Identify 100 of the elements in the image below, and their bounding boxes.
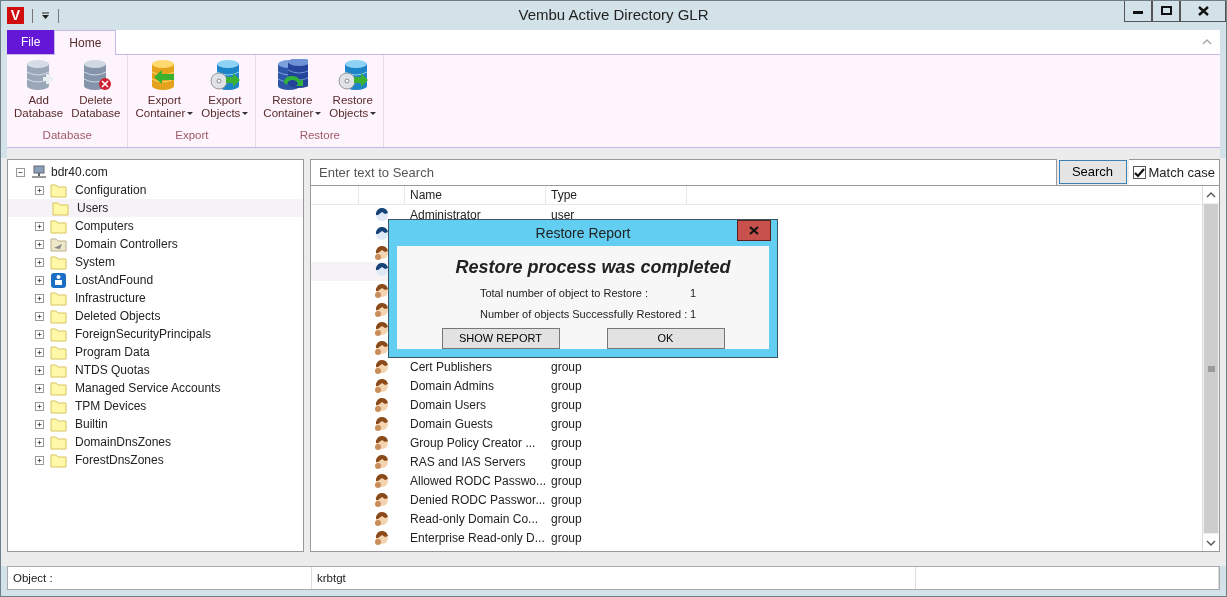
table-cell-text: Cert Publishers <box>409 358 494 376</box>
tree-item[interactable]: Managed Service Accounts <box>75 379 221 397</box>
tree-item[interactable]: Infrastructure <box>75 289 146 307</box>
caret-icon <box>315 112 322 116</box>
search-button[interactable]: Search <box>1058 160 1127 184</box>
network-icon <box>31 165 47 179</box>
table-cell-text: group <box>550 396 583 414</box>
database-disc-icon <box>336 59 369 91</box>
expand-icon[interactable] <box>35 419 44 429</box>
expand-icon[interactable] <box>35 275 44 285</box>
scroll-up-button[interactable] <box>1203 186 1219 203</box>
dialog-heading: Restore process was completed <box>455 256 731 279</box>
scroll-down-button[interactable] <box>1203 534 1219 551</box>
group-icon <box>374 510 390 527</box>
tree-item[interactable]: ForestDnsZones <box>75 451 164 469</box>
maximize-icon <box>1160 6 1172 16</box>
window-title: Vembu Active Directory GLR <box>518 5 709 26</box>
ribbon-button[interactable]: Add Database <box>11 59 67 120</box>
folder-icon <box>50 398 67 414</box>
expand-icon[interactable] <box>35 329 44 339</box>
user-icon <box>374 262 390 278</box>
ribbon-tab[interactable]: Home <box>54 30 117 55</box>
group-icon <box>374 244 390 261</box>
ribbon-group-label: Restore <box>299 127 340 143</box>
ribbon-button[interactable]: Export Objects <box>198 59 252 120</box>
tree-item[interactable]: System <box>75 253 115 271</box>
search-field[interactable]: Enter text to Search <box>310 159 1057 185</box>
status-label: Object : <box>13 572 53 584</box>
quick-access-menu-icon <box>41 11 50 20</box>
collapse-icon[interactable] <box>16 167 25 177</box>
dialog-title: Restore Report <box>535 223 631 243</box>
ribbon-button[interactable]: Restore Objects <box>326 59 380 120</box>
column-header[interactable]: Type <box>546 186 687 204</box>
close-icon <box>749 226 759 235</box>
ribbon-button[interactable]: Restore Container <box>260 59 325 120</box>
grip-icon <box>1207 365 1215 372</box>
file-menu-tab[interactable]: File <box>7 30 55 54</box>
tree-item[interactable]: bdr40.com <box>51 163 108 181</box>
group-icon <box>374 339 390 356</box>
table-cell-text: group <box>550 358 583 376</box>
maximize-button[interactable] <box>1152 1 1180 22</box>
tree-item[interactable]: Deleted Objects <box>75 307 161 325</box>
column-header[interactable]: Name <box>405 186 546 204</box>
table-cell-text: Domain Guests <box>409 415 494 433</box>
expand-icon[interactable] <box>35 239 44 249</box>
folder-icon <box>50 254 67 270</box>
group-icon <box>374 415 390 432</box>
container-icon <box>50 271 67 289</box>
group-icon <box>374 377 390 394</box>
minimize-button[interactable] <box>1124 1 1152 22</box>
group-icon <box>374 301 390 318</box>
domain-controller-icon <box>50 236 67 252</box>
tree-item[interactable]: Builtin <box>75 415 108 433</box>
expand-icon[interactable] <box>35 383 44 393</box>
expand-icon[interactable] <box>35 257 44 267</box>
expand-icon[interactable] <box>35 437 44 447</box>
group-icon <box>374 472 390 489</box>
folder-icon <box>52 200 69 216</box>
table-cell-text: group <box>550 529 583 547</box>
group-icon <box>374 529 390 546</box>
table-cell-text: RAS and IAS Servers <box>409 453 527 471</box>
expand-icon[interactable] <box>35 455 44 465</box>
expand-icon[interactable] <box>35 311 44 321</box>
user-icon <box>374 206 390 223</box>
caret-icon <box>187 112 194 116</box>
tree-item[interactable]: Configuration <box>75 181 147 199</box>
tree-item[interactable]: NTDS Quotas <box>75 361 150 379</box>
expand-icon[interactable] <box>35 347 44 357</box>
expand-icon[interactable] <box>35 185 44 195</box>
ribbon-button[interactable]: Delete Database <box>68 59 124 120</box>
expand-icon[interactable] <box>35 293 44 303</box>
folder-icon <box>50 416 67 432</box>
close-button[interactable] <box>1180 1 1226 22</box>
checkmark-icon <box>1133 167 1145 178</box>
table-cell-text: Enterprise Read-only D... <box>409 529 546 547</box>
expand-icon[interactable] <box>35 401 44 411</box>
tree-item[interactable]: LostAndFound <box>75 271 154 289</box>
folder-icon <box>50 434 67 450</box>
status-value: krbtgt <box>317 572 346 584</box>
group-icon <box>374 320 390 337</box>
close-icon <box>1197 6 1209 16</box>
group-icon <box>374 453 390 470</box>
app-logo: V <box>7 7 24 24</box>
tree-item[interactable]: Users <box>77 199 109 217</box>
expand-icon[interactable] <box>35 221 44 231</box>
tree-item[interactable]: Program Data <box>75 343 150 361</box>
folder-icon <box>50 308 67 324</box>
dialog-button[interactable]: SHOW REPORT <box>441 328 560 349</box>
ribbon-button[interactable]: Export Container <box>132 59 197 120</box>
stat-label: Number of objects Successfully Restored : <box>479 306 689 322</box>
tree-item[interactable]: ForeignSecurityPrincipals <box>75 325 212 343</box>
user-icon <box>374 225 390 242</box>
expand-icon[interactable] <box>35 365 44 375</box>
match-case-checkbox[interactable]: Match case <box>1128 159 1220 185</box>
tree-item[interactable]: DomainDnsZones <box>75 433 172 451</box>
scrollbar-thumb[interactable] <box>1204 204 1218 533</box>
tree-item[interactable]: TPM Devices <box>75 397 147 415</box>
tree-item[interactable]: Domain Controllers <box>75 235 178 253</box>
tree-item[interactable]: Computers <box>75 217 134 235</box>
dialog-button[interactable]: OK <box>606 328 725 349</box>
